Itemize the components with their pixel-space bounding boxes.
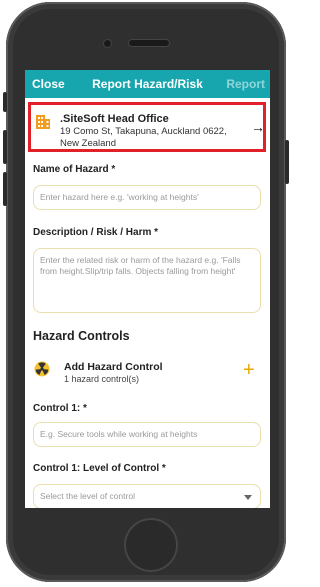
site-selector[interactable]: .SiteSoft Head Office 19 Como St, Takapu… (28, 102, 266, 152)
chevron-down-icon (244, 495, 252, 500)
description-textarea[interactable]: Enter the related risk or harm of the ha… (33, 248, 261, 313)
hazard-name-label: Name of Hazard * (33, 164, 116, 175)
arrow-right-icon[interactable]: → (251, 119, 265, 135)
hazard-control-count: 1 hazard control(s) (64, 374, 140, 384)
hazard-controls-heading: Hazard Controls (33, 329, 130, 343)
app-screen: Close Report Hazard/Risk Report .SiteSof… (25, 70, 270, 508)
site-name: .SiteSoft Head Office (60, 113, 169, 125)
report-button[interactable]: Report (226, 77, 270, 91)
home-button[interactable] (124, 518, 178, 572)
volume-up-button (3, 130, 7, 164)
add-control-button[interactable]: + (243, 360, 255, 380)
mute-switch (3, 92, 7, 112)
control-1-label: Control 1: * (33, 403, 87, 414)
hazard-name-input[interactable]: Enter hazard here e.g. 'working at heigh… (33, 185, 261, 210)
control-level-label: Control 1: Level of Control * (33, 463, 166, 474)
add-hazard-control-title: Add Hazard Control (64, 361, 163, 373)
radiation-hazard-icon (34, 361, 50, 377)
description-label: Description / Risk / Harm * (33, 227, 159, 238)
site-address: 19 Como St, Takapuna, Auckland 0622, New… (60, 126, 227, 149)
control-1-input[interactable]: E.g. Secure tools while working at heigh… (33, 422, 261, 447)
control-level-select[interactable]: Select the level of control (33, 484, 261, 508)
volume-down-button (3, 172, 7, 206)
close-button[interactable]: Close (25, 77, 65, 91)
top-bar: Close Report Hazard/Risk Report (25, 70, 270, 98)
building-icon (36, 115, 50, 129)
control-level-placeholder: Select the level of control (40, 491, 135, 501)
front-camera (104, 40, 111, 47)
power-button (285, 140, 289, 184)
earpiece-speaker (129, 40, 169, 46)
